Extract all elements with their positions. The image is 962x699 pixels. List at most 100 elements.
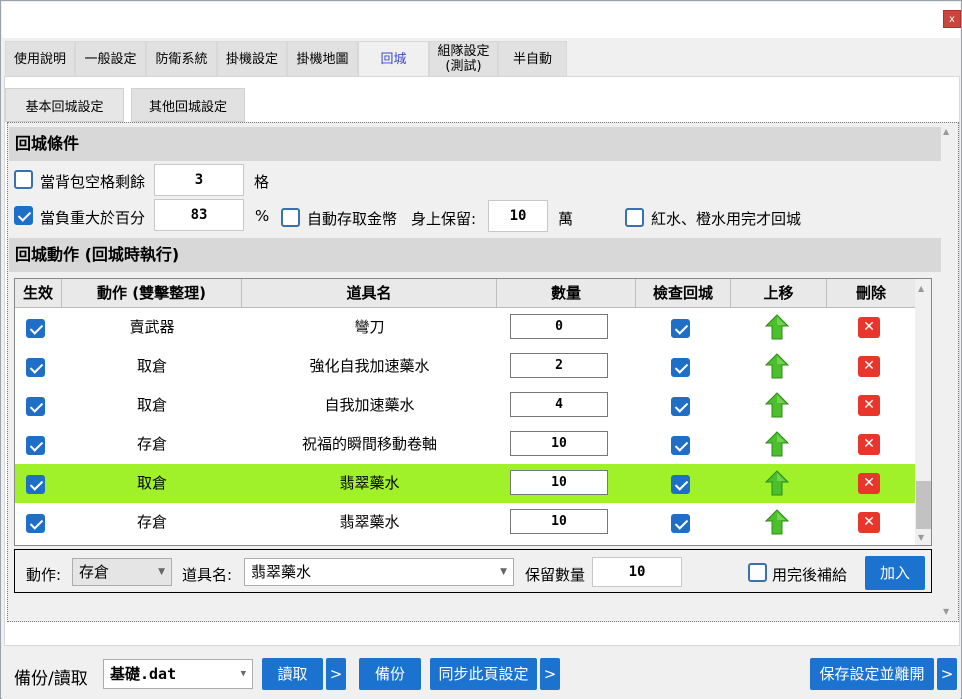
tab-general[interactable]: 一般設定 bbox=[75, 41, 146, 77]
row-check-return-checkbox[interactable] bbox=[671, 358, 690, 377]
add-action-bar: 動作: 存倉 ▼ 道具名: 翡翠藥水 ▼ 保留數量 10 用完後補給 加入 bbox=[14, 549, 932, 593]
row-action[interactable]: 取倉 bbox=[62, 347, 242, 386]
file-select[interactable]: 基礎.dat ▼ bbox=[103, 659, 253, 689]
row-check-return-checkbox[interactable] bbox=[671, 319, 690, 338]
move-up-arrow-icon[interactable] bbox=[765, 431, 789, 457]
delete-icon[interactable]: ✕ bbox=[858, 356, 880, 377]
row-qty-input[interactable]: 2 bbox=[510, 353, 608, 378]
subtab-basic-return[interactable]: 基本回城設定 bbox=[5, 88, 124, 122]
row-qty-input[interactable]: 4 bbox=[510, 392, 608, 417]
move-up-arrow-icon[interactable] bbox=[765, 509, 789, 535]
move-up-arrow-icon[interactable] bbox=[765, 353, 789, 379]
move-up-arrow-icon[interactable] bbox=[765, 392, 789, 418]
grid-scroll-up-icon[interactable]: ▲ bbox=[918, 284, 924, 293]
weight-checkbox[interactable] bbox=[14, 206, 33, 225]
row-qty-input[interactable]: 10 bbox=[510, 470, 608, 495]
delete-icon[interactable]: ✕ bbox=[858, 512, 880, 533]
tab-semi-auto[interactable]: 半自動 bbox=[498, 41, 567, 77]
save-exit-button[interactable]: 保存設定並離開 bbox=[810, 658, 934, 690]
row-enabled-checkbox[interactable] bbox=[26, 397, 45, 416]
row-enabled-checkbox[interactable] bbox=[26, 358, 45, 377]
row-action[interactable]: 存倉 bbox=[62, 503, 242, 542]
table-row[interactable]: 取倉 強化自我加速藥水 2 ✕ bbox=[15, 347, 915, 386]
row-enabled-checkbox[interactable] bbox=[26, 436, 45, 455]
keep-qty-label: 保留數量 bbox=[525, 566, 586, 584]
add-button[interactable]: 加入 bbox=[865, 556, 925, 590]
main-tabs: 使用說明 一般設定 防衛系統 掛機設定 掛機地圖 回城 組隊設定 (測試) 半自… bbox=[5, 41, 567, 77]
grid-scrollbar[interactable]: ▲ ▼ bbox=[915, 279, 931, 545]
weight-unit: % bbox=[255, 207, 270, 225]
table-row[interactable]: 存倉 翡翠藥水 10 ✕ bbox=[15, 503, 915, 542]
delete-icon[interactable]: ✕ bbox=[858, 395, 880, 416]
auto-gold-checkbox[interactable] bbox=[281, 208, 300, 227]
col-delete: 刪除 bbox=[855, 284, 886, 302]
footer-bar: 備份/讀取 基礎.dat ▼ 讀取 > 備份 同步此頁設定 > 保存設定並離開 … bbox=[2, 647, 960, 699]
keep-qty-input[interactable]: 10 bbox=[592, 557, 682, 587]
table-row[interactable]: 取倉 自我加速藥水 4 ✕ bbox=[15, 386, 915, 425]
backup-button[interactable]: 備份 bbox=[359, 658, 421, 690]
delete-icon[interactable]: ✕ bbox=[858, 473, 880, 494]
tab-usage[interactable]: 使用說明 bbox=[5, 41, 75, 77]
delete-icon[interactable]: ✕ bbox=[858, 317, 880, 338]
tab-defense[interactable]: 防衛系統 bbox=[146, 41, 217, 77]
col-action[interactable]: 動作 (雙擊整理) bbox=[62, 279, 242, 308]
save-more-button[interactable]: > bbox=[937, 658, 957, 690]
row-check-return-checkbox[interactable] bbox=[671, 436, 690, 455]
sync-more-button[interactable]: > bbox=[540, 658, 560, 690]
move-up-arrow-icon[interactable] bbox=[765, 470, 789, 496]
row-check-return-checkbox[interactable] bbox=[671, 475, 690, 494]
item-select[interactable]: 翡翠藥水 ▼ bbox=[244, 558, 514, 586]
row-action[interactable]: 取倉 bbox=[62, 386, 242, 425]
table-row[interactable]: 賣武器 彎刀 0 ✕ bbox=[15, 308, 915, 347]
row-qty-input[interactable]: 10 bbox=[510, 509, 608, 534]
table-row[interactable]: 存倉 祝福的瞬間移動卷軸 10 ✕ bbox=[15, 425, 915, 464]
sub-tabs: 基本回城設定 其他回城設定 bbox=[5, 88, 252, 122]
row-enabled-checkbox[interactable] bbox=[26, 319, 45, 338]
row-enabled-checkbox[interactable] bbox=[26, 514, 45, 533]
grid-scroll-down-icon[interactable]: ▼ bbox=[918, 533, 924, 542]
panel-scrollbar[interactable]: ▲ ▼ bbox=[940, 125, 958, 619]
bag-space-input[interactable]: 3 bbox=[154, 164, 244, 196]
refill-checkbox[interactable] bbox=[748, 563, 767, 582]
delete-icon[interactable]: ✕ bbox=[858, 434, 880, 455]
item-select-value: 翡翠藥水 bbox=[251, 563, 312, 581]
row-qty-input[interactable]: 10 bbox=[510, 431, 608, 456]
tab-party[interactable]: 組隊設定 (測試) bbox=[429, 41, 498, 77]
row-item: 祝福的瞬間移動卷軸 bbox=[301, 435, 437, 453]
row-check-return-checkbox[interactable] bbox=[671, 514, 690, 533]
row-check-return-checkbox[interactable] bbox=[671, 397, 690, 416]
read-button[interactable]: 讀取 bbox=[262, 658, 323, 690]
backup-label: 備份/讀取 bbox=[14, 669, 88, 689]
scroll-up-icon[interactable]: ▲ bbox=[943, 127, 949, 136]
app-window: x 使用說明 一般設定 防衛系統 掛機設定 掛機地圖 回城 組隊設定 (測試) … bbox=[0, 0, 962, 699]
bag-space-checkbox[interactable] bbox=[14, 170, 33, 189]
row-item: 翡翠藥水 bbox=[339, 474, 400, 492]
action-select[interactable]: 存倉 ▼ bbox=[72, 558, 172, 586]
subtab-other-return[interactable]: 其他回城設定 bbox=[131, 88, 245, 122]
chevron-down-icon: ▼ bbox=[240, 669, 246, 679]
tab-afk-map[interactable]: 掛機地圖 bbox=[287, 41, 358, 77]
sync-page-button[interactable]: 同步此頁設定 bbox=[430, 658, 537, 690]
close-button[interactable]: x bbox=[943, 10, 961, 28]
tab-return-town[interactable]: 回城 bbox=[358, 41, 429, 77]
keep-gold-input[interactable]: 10 bbox=[488, 200, 548, 232]
row-qty-input[interactable]: 0 bbox=[510, 314, 608, 339]
col-move-up: 上移 bbox=[731, 279, 827, 308]
grid-scroll-thumb[interactable] bbox=[916, 481, 931, 529]
action-select-value: 存倉 bbox=[79, 563, 110, 581]
weight-input[interactable]: 83 bbox=[154, 199, 244, 231]
scroll-down-icon[interactable]: ▼ bbox=[943, 607, 949, 616]
tab-afk-settings[interactable]: 掛機設定 bbox=[217, 41, 287, 77]
table-row[interactable]: 取倉 翡翠藥水 10 ✕ bbox=[15, 464, 915, 503]
row-enabled-checkbox[interactable] bbox=[26, 475, 45, 494]
potion-return-checkbox[interactable] bbox=[625, 208, 644, 227]
row-action[interactable]: 存倉 bbox=[62, 425, 242, 464]
row-action[interactable]: 取倉 bbox=[62, 464, 242, 503]
row-action[interactable]: 賣武器 bbox=[62, 308, 242, 347]
col-item: 道具名 bbox=[242, 279, 497, 308]
col-check: 檢查回城 bbox=[636, 279, 731, 308]
move-up-arrow-icon[interactable] bbox=[765, 314, 789, 340]
refill-label: 用完後補給 bbox=[772, 566, 848, 584]
read-more-button[interactable]: > bbox=[326, 658, 346, 690]
keep-gold-label: 身上保留: bbox=[411, 210, 477, 228]
